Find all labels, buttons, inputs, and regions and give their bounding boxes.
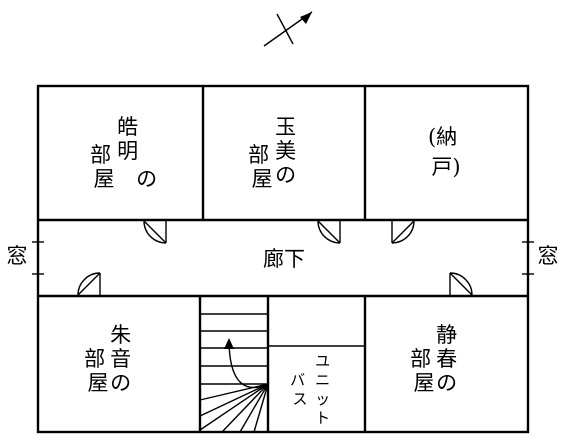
room-label-shizuka-line: 静	[436, 323, 457, 347]
room-label-akane-line: 朱	[110, 323, 131, 347]
door-shizuka-icon	[449, 272, 473, 296]
unit-bath-char: ニ	[315, 371, 330, 389]
room-label-tamami-line: 美	[275, 139, 296, 163]
room-label-akane: 朱 音 の 部 屋	[84, 323, 138, 395]
room-label-nando: (納 戸)	[428, 125, 464, 179]
room-label-nando-line: (納	[428, 125, 457, 149]
room-label-kiaki-line: 屋	[94, 167, 115, 191]
door-nando-icon	[391, 220, 415, 244]
room-label-kiaki: 皓 明 の 部 屋	[90, 115, 164, 191]
room-label-akane-line: 部	[84, 347, 105, 371]
unit-bath-char: ッ	[315, 390, 330, 408]
stairs	[199, 313, 269, 433]
room-label-shizuka-line: の	[436, 371, 457, 395]
unit-bath-label: ユ ニ ッ ト バ ス	[290, 352, 335, 427]
room-label-akane-line: の	[110, 371, 131, 395]
room-label-tamami-line: 部	[248, 143, 269, 167]
north-arrow-icon	[263, 11, 313, 47]
unit-bath-char: バ	[290, 371, 305, 389]
room-label-shizuka-line: 春	[436, 347, 457, 371]
window-label-right: 窓	[538, 244, 559, 268]
floor-plan: 皓 明 の 部 屋 玉 美 の 部 屋 (納 戸) 朱 音 の 部 屋 静 春 …	[7, 11, 559, 434]
unit-bath-char: ト	[315, 409, 330, 427]
unit-bath-char: ス	[292, 390, 307, 408]
room-label-tamami: 玉 美 の 部 屋	[248, 115, 303, 191]
door-akane-icon	[77, 272, 101, 296]
room-label-kiaki-line: 部	[90, 143, 111, 167]
corridor-label: 廊下	[263, 247, 305, 271]
room-label-tamami-line: 屋	[252, 167, 273, 191]
room-label-kiaki-line: の	[136, 167, 157, 191]
room-label-nando-line: 戸)	[431, 155, 460, 179]
room-label-shizuka: 静 春 の 部 屋	[410, 323, 464, 395]
window-label-left: 窓	[7, 244, 28, 268]
unit-bath-char: ユ	[315, 352, 330, 370]
room-label-akane-line: 音	[110, 347, 131, 371]
door-tamami-icon	[317, 220, 341, 244]
room-label-tamami-line: 玉	[275, 115, 296, 139]
room-label-tamami-line: の	[275, 163, 296, 187]
room-label-akane-line: 屋	[88, 371, 109, 395]
door-kiaki-icon	[143, 220, 167, 244]
room-label-kiaki-line: 明	[117, 139, 138, 163]
room-label-shizuka-line: 部	[410, 347, 431, 371]
room-label-shizuka-line: 屋	[414, 371, 435, 395]
room-label-kiaki-line: 皓	[117, 115, 138, 139]
